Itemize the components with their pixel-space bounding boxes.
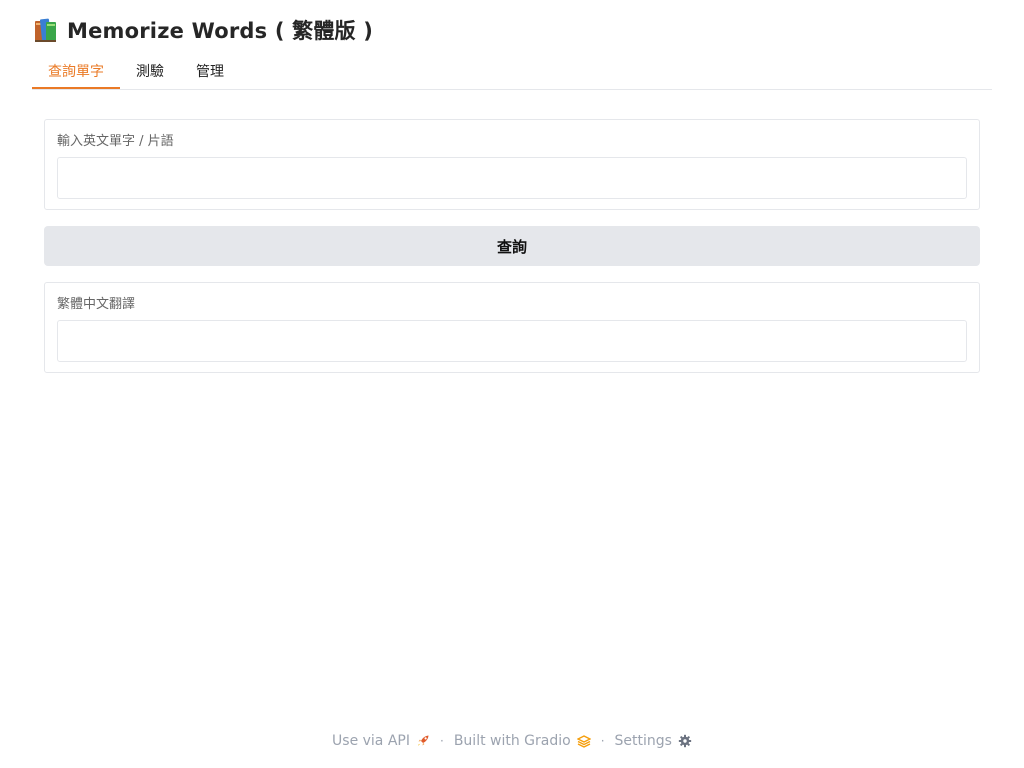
page-title: Memorize Words ( 繁體版 ) <box>67 19 374 43</box>
app-root: Memorize Words ( 繁體版 ) 查詢單字 測驗 管理 輸入英文單字… <box>0 0 1024 768</box>
use-via-api-link[interactable]: Use via API <box>332 733 430 749</box>
page-header: Memorize Words ( 繁體版 ) <box>32 14 373 46</box>
tab-lookup[interactable]: 查詢單字 <box>32 56 120 89</box>
footer-separator: · <box>600 734 605 748</box>
built-with-gradio-label: Built with Gradio <box>453 733 571 749</box>
english-input-label: 輸入英文單字 / 片語 <box>57 134 174 149</box>
footer: Use via API · Built with Gradio · Settin… <box>0 730 1024 752</box>
settings-link[interactable]: Settings <box>615 733 692 749</box>
footer-separator: · <box>440 734 444 748</box>
english-input-block: 輸入英文單字 / 片語 <box>44 119 980 210</box>
tab-quiz[interactable]: 測驗 <box>120 56 180 88</box>
gradio-logo-icon <box>576 735 591 748</box>
translation-output-block: 繁體中文翻譯 <box>44 282 980 373</box>
built-with-gradio-link[interactable]: Built with Gradio <box>454 733 591 749</box>
tab-manage[interactable]: 管理 <box>180 56 240 88</box>
settings-label: Settings <box>614 733 672 749</box>
gear-icon <box>678 734 692 748</box>
books-icon <box>32 16 60 44</box>
tab-bar: 查詢單字 測驗 管理 <box>32 56 992 90</box>
rocket-icon <box>418 735 429 746</box>
query-button[interactable]: 查詢 <box>44 226 980 266</box>
use-via-api-label: Use via API <box>332 733 410 749</box>
english-word-input[interactable] <box>57 157 967 199</box>
translation-output-label: 繁體中文翻譯 <box>57 297 136 312</box>
chinese-translation-output[interactable] <box>57 320 967 362</box>
